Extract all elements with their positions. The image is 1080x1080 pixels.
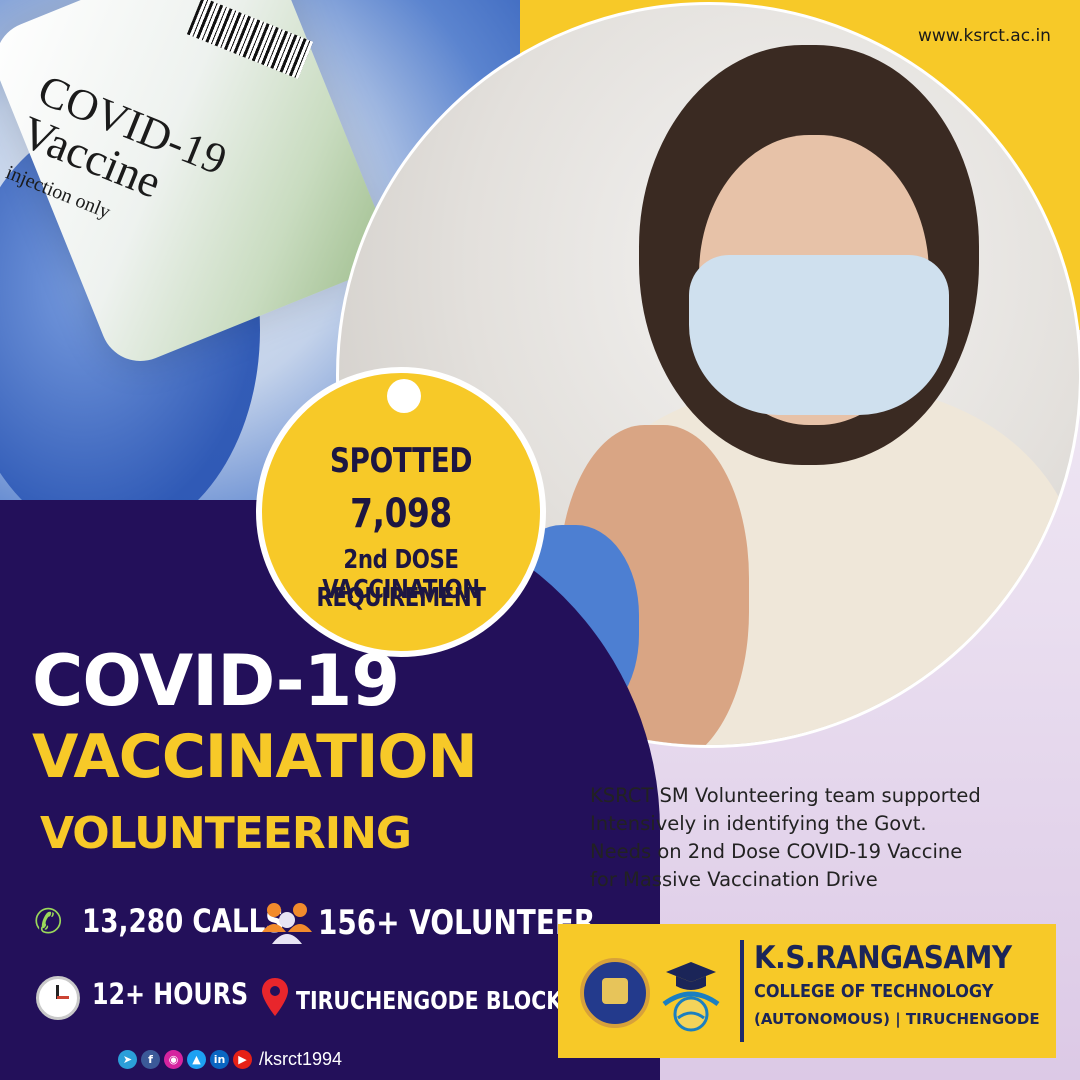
logo-divider <box>740 940 744 1042</box>
stat-calls: 13,280 CALLS <box>82 902 285 940</box>
college-logo-bar: K.S.RANGASAMY COLLEGE OF TECHNOLOGY (AUT… <box>558 924 1056 1058</box>
stat-block: TIRUCHENGODE BLOCK <box>296 986 563 1015</box>
location-pin-icon <box>262 978 288 1016</box>
website-url[interactable]: www.ksrct.ac.in <box>918 26 1051 46</box>
badge-count: 7,098 <box>350 491 452 537</box>
description-text: KSRCT SM Volunteering team supported Int… <box>590 784 981 891</box>
stat-hours: 12+ HOURS <box>92 977 249 1011</box>
badge-dot <box>387 379 421 413</box>
title-vaccination: VACCINATION <box>32 722 478 792</box>
title-covid: COVID-19 <box>32 640 400 722</box>
social-links: ➤ f ◉ ▲ in ▶ /ksrct1994 <box>118 1048 342 1070</box>
face-mask <box>689 255 949 415</box>
badge-line-requirement: REQUIREMENT <box>316 583 486 613</box>
youtube-icon[interactable]: ▶ <box>233 1049 252 1069</box>
graduation-cap-logo <box>662 962 720 1032</box>
clock-icon <box>36 976 80 1020</box>
clock-minute-hand <box>57 996 69 999</box>
stat-volunteers: 156+ VOLUNTEER <box>318 903 596 943</box>
people-icon <box>262 903 312 944</box>
phone-icon: ✆ <box>34 903 63 941</box>
badge-line-spotted: SPOTTED <box>329 441 473 481</box>
seal-emblem <box>602 978 628 1004</box>
college-subtitle: COLLEGE OF TECHNOLOGY <box>754 982 994 1002</box>
title-volunteering: VOLUNTEERING <box>40 808 412 859</box>
twitter-icon[interactable]: ▲ <box>187 1049 206 1069</box>
social-handle[interactable]: /ksrct1994 <box>259 1049 342 1070</box>
facebook-icon[interactable]: f <box>141 1049 160 1069</box>
instagram-icon[interactable]: ◉ <box>164 1049 183 1069</box>
college-location: (AUTONOMOUS) | TIRUCHENGODE <box>754 1010 1040 1028</box>
college-seal-logo <box>580 958 650 1028</box>
college-name: K.S.RANGASAMY <box>754 940 1012 976</box>
spotted-badge: SPOTTED 7,098 2nd DOSE VACCINATION REQUI… <box>256 367 546 657</box>
linkedin-icon[interactable]: in <box>210 1049 229 1069</box>
telegram-icon[interactable]: ➤ <box>118 1049 137 1069</box>
